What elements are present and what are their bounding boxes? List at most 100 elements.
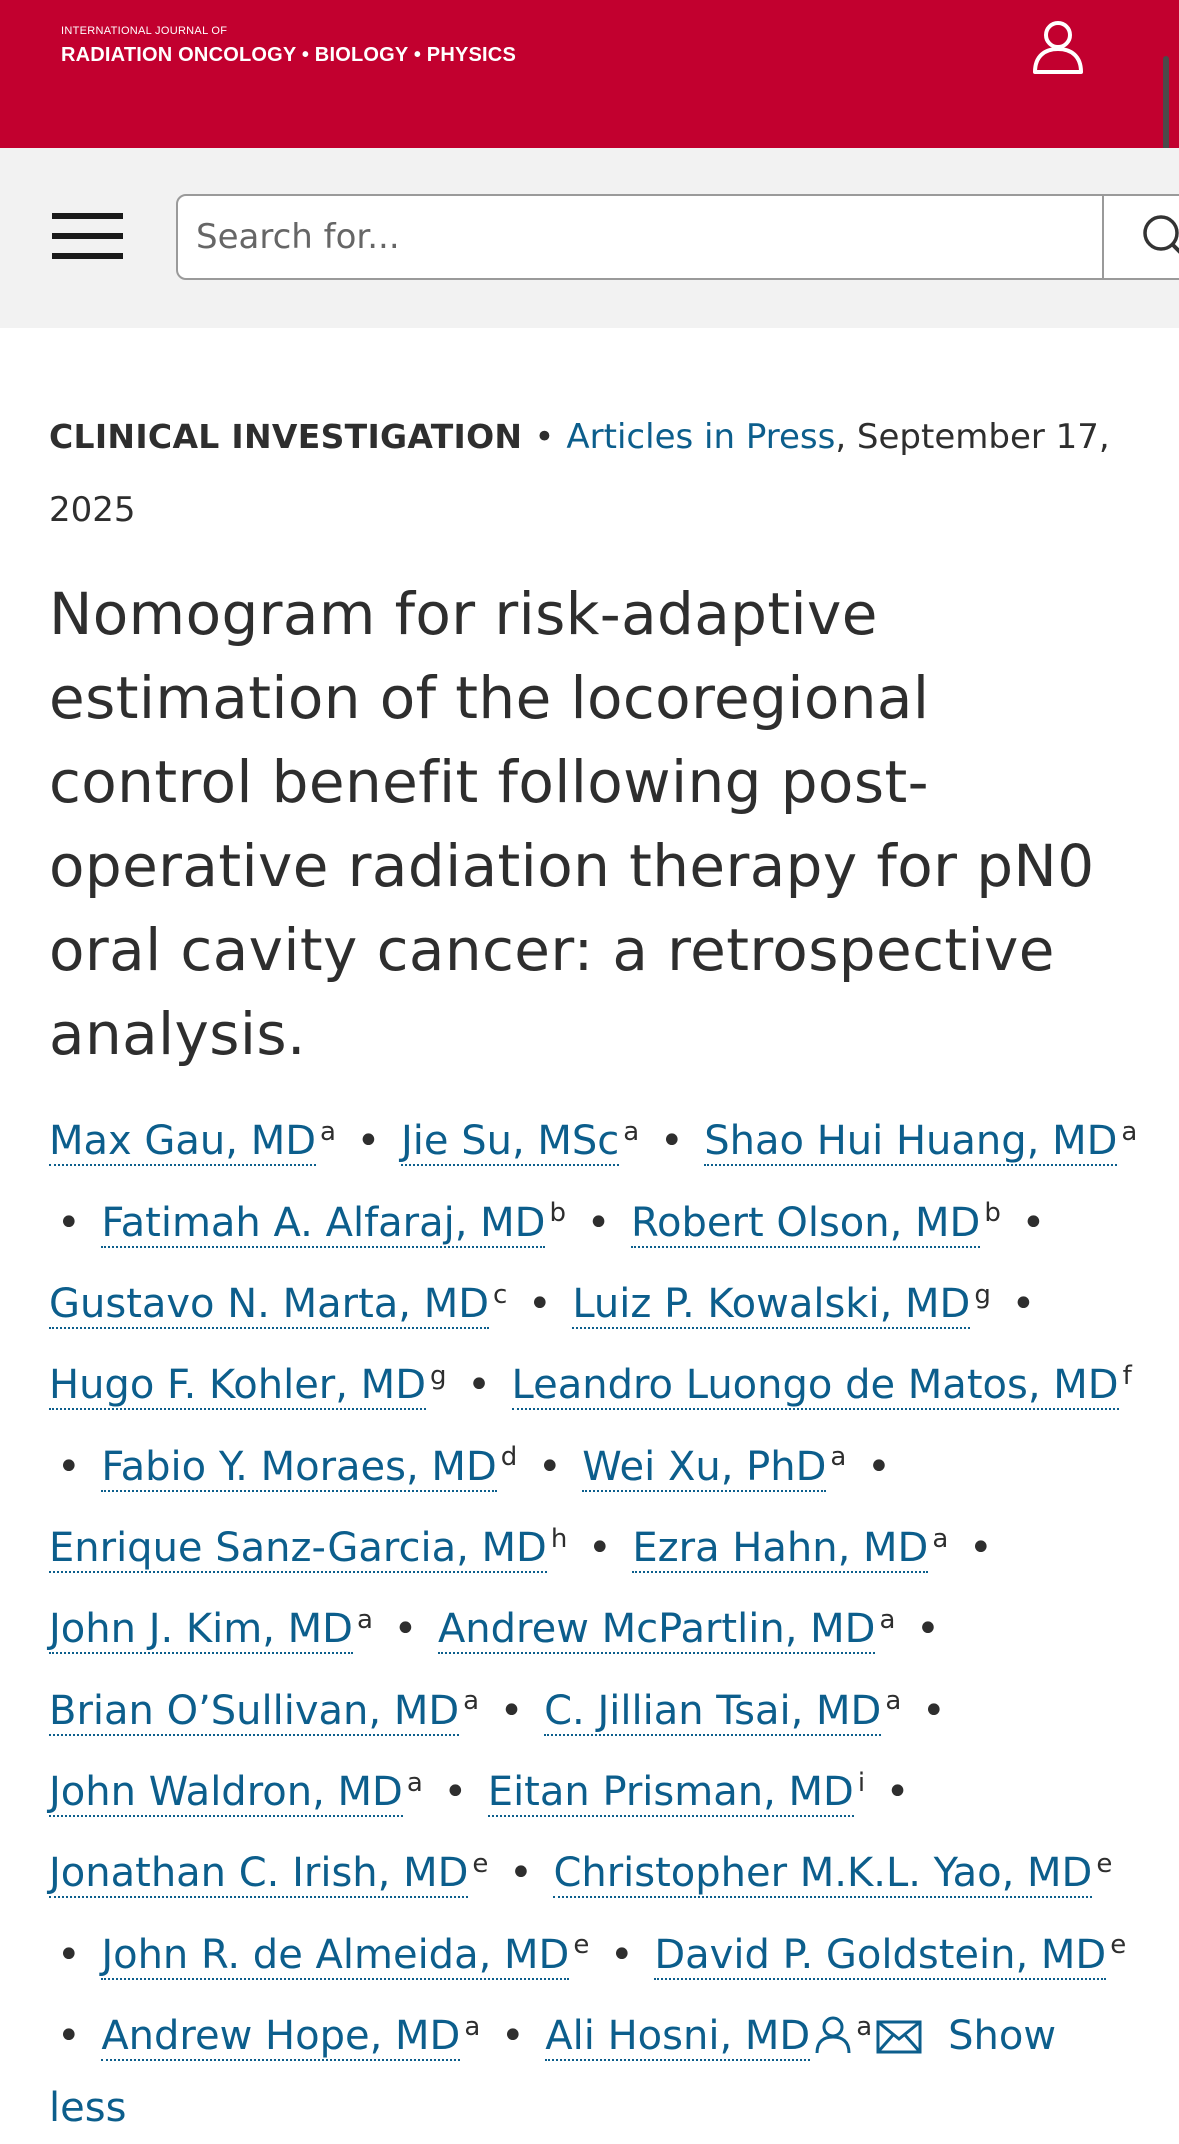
author-affiliation[interactable]: a: [320, 1117, 336, 1147]
author-affiliation[interactable]: b: [984, 1198, 1001, 1228]
author-name-link[interactable]: Luiz P. Kowalski, MD: [572, 1280, 971, 1329]
author-name-link[interactable]: Hugo F. Kohler, MD: [49, 1362, 426, 1411]
search-submit-button[interactable]: [1102, 196, 1179, 278]
author-name-link[interactable]: Andrew McPartlin, MD: [437, 1606, 876, 1655]
author-separator: •: [659, 1118, 684, 1165]
author-affiliation[interactable]: a: [357, 1605, 373, 1635]
author-item: Andrew McPartlin, MD a: [437, 1605, 895, 1655]
author-item: Eitan Prisman, MD i: [487, 1768, 865, 1817]
author-item: Shao Hui Huang, MD a: [704, 1117, 1137, 1167]
author-name-link[interactable]: Gustavo N. Marta, MD: [49, 1280, 489, 1329]
author-item: John R. de Almeida, MD e: [101, 1930, 589, 1980]
author-name-link[interactable]: John Waldron, MD: [49, 1768, 403, 1817]
author-item: David P. Goldstein, MD e: [654, 1930, 1126, 1980]
author-separator: •: [537, 1443, 562, 1490]
author-item: Leandro Luongo de Matos, MD f: [511, 1361, 1132, 1411]
search-icon: [1143, 215, 1179, 254]
author-list: Max Gau, MD a • Jie Su, MSc a • Shao Hui H…: [49, 1096, 1139, 2144]
author-item: Max Gau, MD a: [49, 1117, 336, 1167]
author-separator: •: [1021, 1199, 1046, 1246]
author-item: Andrew Hope, MD a: [101, 2012, 480, 2061]
author-item: Enrique Sanz-Garcia, MD h: [49, 1524, 567, 1573]
search-input[interactable]: [178, 196, 1102, 278]
author-name-link[interactable]: Fabio Y. Moraes, MD: [101, 1443, 497, 1492]
author-name-link[interactable]: David P. Goldstein, MD: [654, 1931, 1107, 1980]
author-name-link[interactable]: Eitan Prisman, MD: [487, 1768, 854, 1817]
author-affiliation[interactable]: c: [493, 1280, 507, 1310]
author-item: Ezra Hahn, MD a: [632, 1524, 948, 1573]
author-affiliation[interactable]: a: [856, 2012, 872, 2042]
user-icon: [1033, 21, 1083, 74]
author-name-link[interactable]: Enrique Sanz-Garcia, MD: [49, 1524, 547, 1573]
author-name-link[interactable]: Jie Su, MSc: [400, 1118, 620, 1167]
author-affiliation[interactable]: a: [830, 1442, 846, 1472]
author-affiliation[interactable]: g: [430, 1361, 447, 1391]
author-item: John J. Kim, MD a: [49, 1605, 373, 1655]
author-affiliation[interactable]: a: [879, 1605, 895, 1635]
author-affiliation[interactable]: a: [1121, 1117, 1137, 1147]
author-affiliation[interactable]: e: [1110, 1930, 1126, 1960]
author-separator: •: [916, 1606, 940, 1653]
article-meta: CLINICAL INVESTIGATION • Articles in Press…: [49, 400, 1129, 547]
author-affiliation[interactable]: f: [1123, 1361, 1132, 1391]
author-separator: •: [467, 1362, 491, 1409]
author-name-link[interactable]: Brian O’Sullivan, MD: [49, 1687, 460, 1736]
author-separator: •: [610, 1931, 634, 1978]
author-name-link[interactable]: Ezra Hahn, MD: [632, 1524, 929, 1573]
journal-logo[interactable]: INTERNATIONAL JOURNAL OF RADIATION ONCOL…: [61, 24, 516, 68]
article-section: CLINICAL INVESTIGATION: [49, 417, 523, 456]
author-name-link[interactable]: Max Gau, MD: [49, 1118, 317, 1167]
author-separator: •: [57, 2012, 81, 2059]
author-item: John Waldron, MD a: [49, 1768, 423, 1817]
author-name-link[interactable]: Jonathan C. Irish, MD: [49, 1850, 469, 1899]
author-name-link[interactable]: John J. Kim, MD: [49, 1606, 353, 1655]
author-separator: •: [588, 1524, 612, 1571]
author-affiliation[interactable]: e: [573, 1930, 589, 1960]
author-item: Hugo F. Kohler, MD g: [49, 1361, 447, 1411]
hamburger-menu-icon-bar-bottom: [52, 253, 123, 259]
author-affiliation[interactable]: g: [974, 1280, 991, 1310]
page-scrollbar[interactable]: [1163, 56, 1169, 160]
author-name-link[interactable]: Fatimah A. Alfaraj, MD: [101, 1199, 546, 1248]
author-affiliation[interactable]: a: [623, 1117, 639, 1147]
author-name-link[interactable]: Andrew Hope, MD: [101, 2012, 461, 2061]
author-name-link[interactable]: Christopher M.K.L. Yao, MD: [553, 1850, 1093, 1899]
author-affiliation[interactable]: a: [463, 1686, 479, 1716]
person-icon[interactable]: [814, 2015, 852, 2055]
account-button[interactable]: [1026, 14, 1090, 78]
author-affiliation[interactable]: e: [1096, 1849, 1112, 1879]
author-affiliation[interactable]: e: [472, 1849, 488, 1879]
author-name-link[interactable]: Shao Hui Huang, MD: [704, 1118, 1118, 1167]
author-name-link[interactable]: Robert Olson, MD: [631, 1199, 981, 1248]
author-name-link[interactable]: C. Jillian Tsai, MD: [544, 1687, 882, 1736]
envelope-icon[interactable]: [876, 2019, 922, 2055]
author-item: Christopher M.K.L. Yao, MD e: [553, 1849, 1112, 1899]
author-affiliation[interactable]: a: [464, 2012, 480, 2042]
author-name-link[interactable]: Leandro Luongo de Matos, MD: [511, 1362, 1119, 1411]
author-separator: •: [867, 1443, 891, 1490]
site-header: INTERNATIONAL JOURNAL OF RADIATION ONCOL…: [0, 0, 1179, 148]
articles-in-press-link[interactable]: Articles in Press: [566, 417, 835, 457]
author-affiliation[interactable]: a: [932, 1524, 948, 1554]
author-affiliation[interactable]: a: [885, 1686, 901, 1716]
author-affiliation[interactable]: b: [549, 1198, 566, 1228]
author-separator: •: [509, 1850, 533, 1897]
author-name-link[interactable]: John R. de Almeida, MD: [101, 1931, 570, 1980]
author-affiliation[interactable]: i: [858, 1768, 865, 1798]
author-name-link[interactable]: Ali Hosni, MD: [545, 2012, 811, 2061]
article-title: Nomogram for risk-adaptive estimation of…: [49, 580, 1095, 1068]
menu-button[interactable]: [52, 210, 124, 264]
author-separator: •: [528, 1280, 552, 1327]
author-affiliation[interactable]: a: [407, 1768, 423, 1798]
author-item: Robert Olson, MD b: [631, 1198, 1001, 1248]
author-affiliation[interactable]: h: [551, 1524, 567, 1554]
author-affiliation[interactable]: d: [501, 1442, 518, 1472]
author-separator: •: [393, 1606, 418, 1653]
author-item: Luiz P. Kowalski, MD g: [572, 1280, 991, 1329]
hamburger-menu-icon-bar-middle: [52, 233, 123, 239]
author-item: Fabio Y. Moraes, MD d: [101, 1442, 518, 1492]
author-item: Gustavo N. Marta, MD c: [49, 1280, 507, 1329]
author-name-link[interactable]: Wei Xu, PhD: [582, 1443, 827, 1492]
search-box: [176, 194, 1179, 280]
author-item: C. Jillian Tsai, MD a: [544, 1686, 901, 1736]
